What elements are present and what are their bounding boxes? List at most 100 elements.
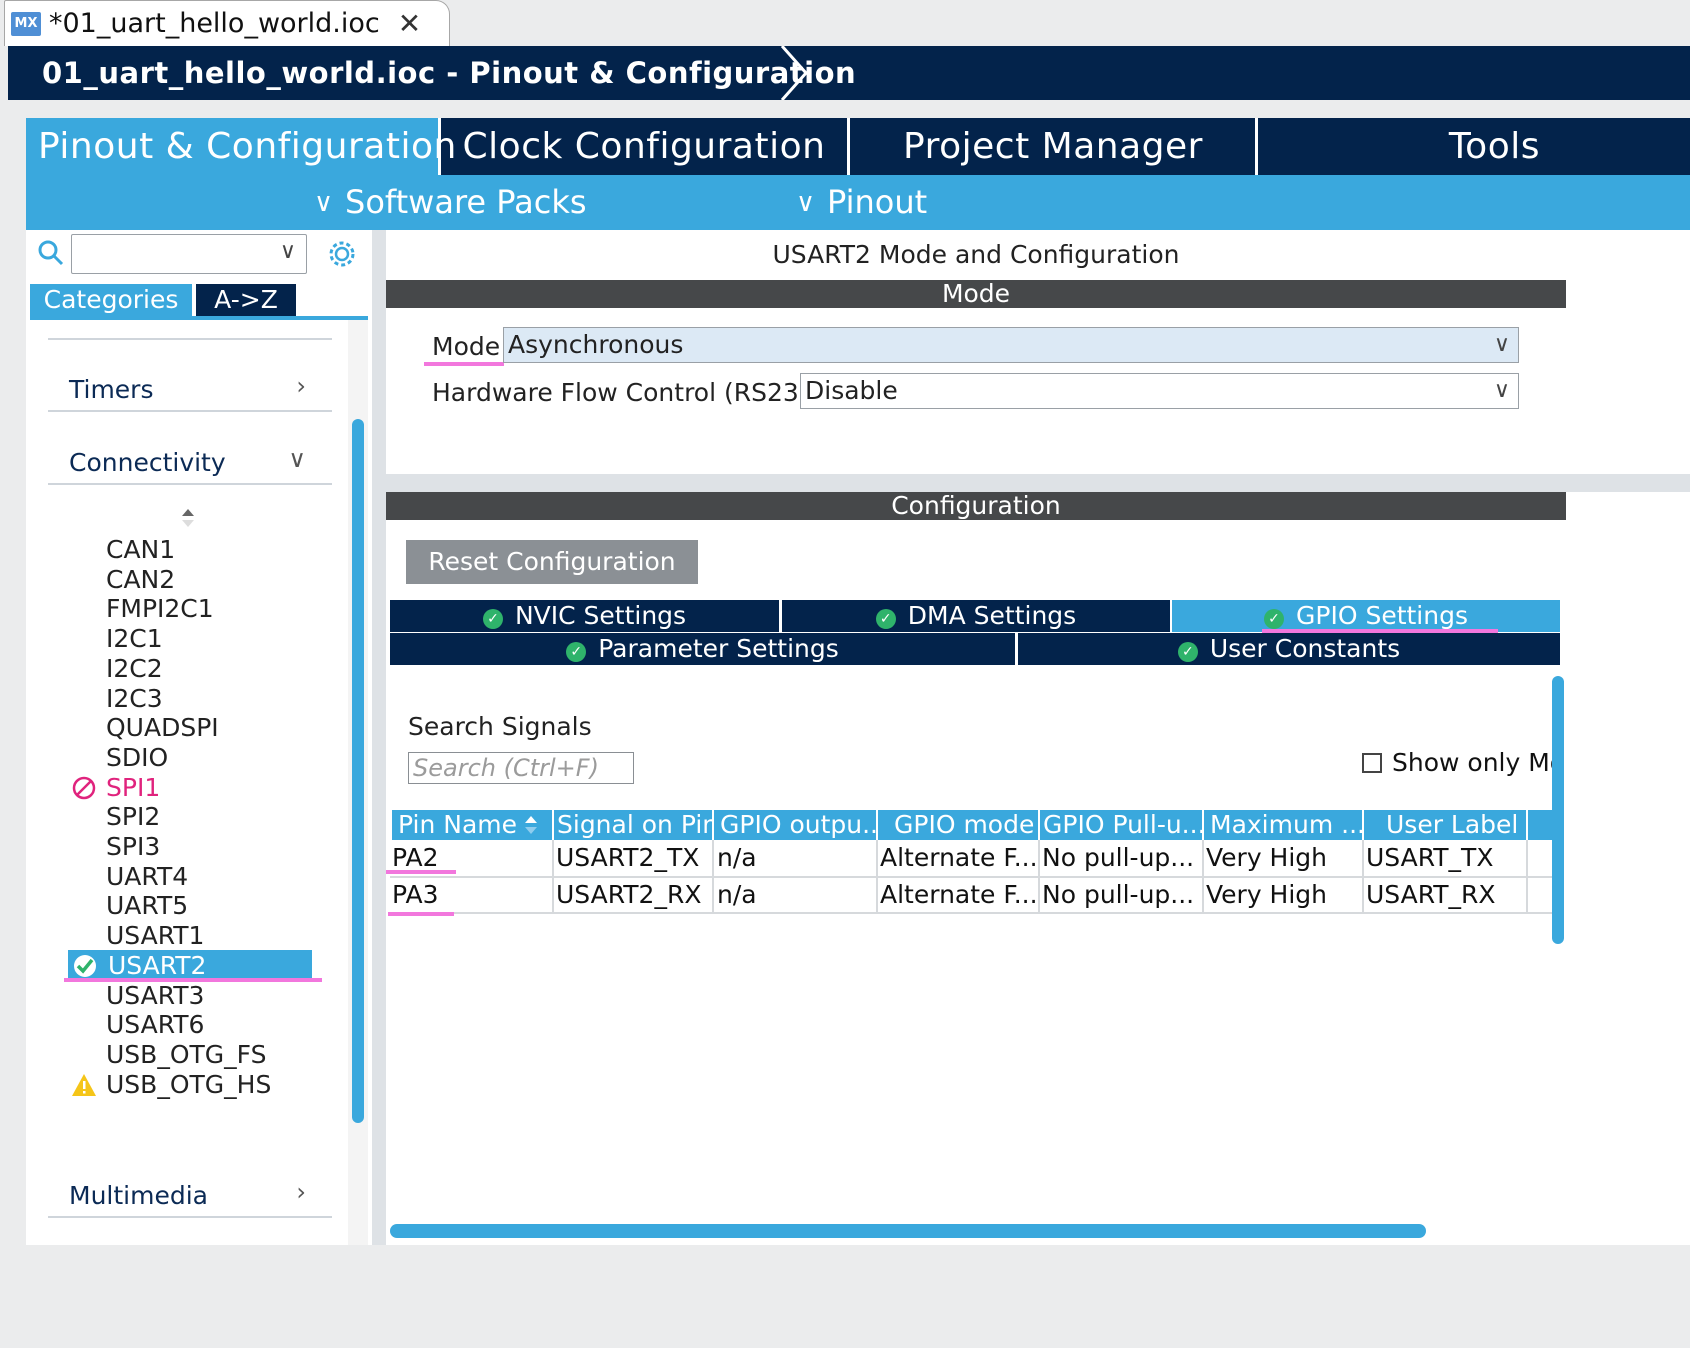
peripheral-item[interactable]: FMPI2C1 — [106, 594, 214, 624]
chevron-down-icon: ∨ — [288, 445, 306, 473]
tab-pinout-configuration[interactable]: Pinout & Configuration — [26, 118, 456, 175]
tab-gpio-settings[interactable]: ✓ GPIO Settings — [1172, 600, 1560, 632]
peripheral-item[interactable]: QUADSPI — [106, 713, 219, 743]
col-header-gpio-output[interactable]: GPIO outpu... — [714, 810, 876, 840]
tab-tools[interactable]: Tools — [1258, 118, 1690, 175]
search-signals-label: Search Signals — [408, 712, 592, 741]
peripheral-item[interactable]: UART5 — [106, 891, 188, 921]
left-scrollbar[interactable] — [352, 419, 364, 1123]
category-timers-label: Timers — [69, 375, 154, 404]
flow-control-select[interactable]: Disable ∨ — [800, 373, 1519, 409]
tab-user-constants[interactable]: ✓ User Constants — [1018, 633, 1560, 665]
table-cell[interactable]: n/a — [715, 877, 875, 913]
col-header-pin-name[interactable]: Pin Name — [392, 810, 552, 840]
editor-tab[interactable]: MX *01_uart_hello_world.ioc ✕ — [4, 0, 450, 46]
peripheral-item[interactable]: I2C2 — [106, 654, 163, 684]
tab-gpio-label: GPIO Settings — [1296, 601, 1468, 630]
table-cell[interactable]: n/a — [715, 840, 875, 876]
peripheral-item[interactable]: SPI2 — [106, 802, 160, 832]
col-header-signal[interactable]: Signal on Pin — [554, 810, 712, 840]
peripheral-item[interactable]: SPI3 — [106, 832, 160, 862]
search-signals-input[interactable]: Search (Ctrl+F) — [408, 752, 634, 784]
table-cell[interactable]: Very High — [1204, 877, 1360, 913]
annotation-underline — [388, 912, 454, 916]
blocked-icon — [72, 776, 96, 799]
peripheral-item[interactable]: UART4 — [106, 862, 188, 892]
table-cell[interactable]: Very High — [1204, 840, 1360, 876]
main-tab-bar: Pinout & Configuration Clock Configurati… — [26, 118, 1690, 175]
software-packs-menu[interactable]: ∨ Software Packs — [314, 175, 587, 230]
section-divider[interactable] — [386, 474, 1690, 492]
check-circle-icon: ✓ — [875, 609, 896, 629]
chevron-down-icon: ∨ — [796, 188, 816, 218]
category-multimedia-label: Multimedia — [69, 1181, 208, 1210]
peripheral-item[interactable]: USART2 — [108, 951, 206, 981]
peripheral-item[interactable]: USART6 — [106, 1010, 204, 1040]
mode-label: Mode — [432, 332, 501, 361]
software-packs-label: Software Packs — [345, 183, 587, 221]
category-timers[interactable]: Timers › — [48, 340, 332, 412]
annotation-underline — [386, 870, 456, 874]
panel-divider[interactable] — [372, 230, 386, 1245]
peripheral-item[interactable]: USB_OTG_HS — [106, 1070, 271, 1100]
row-divider — [390, 912, 1552, 914]
col-header-user-label[interactable]: User Label — [1364, 810, 1526, 840]
show-only-modified-checkbox[interactable]: Show only Mo — [1362, 748, 1565, 777]
col-divider — [876, 840, 878, 914]
table-cell[interactable]: No pull-up... — [1040, 877, 1200, 913]
chevron-down-icon: ∨ — [279, 239, 296, 264]
col-header-gpio-pull[interactable]: GPIO Pull-u... — [1040, 810, 1202, 840]
chevron-down-icon: ∨ — [314, 188, 334, 218]
editor-tab-label: *01_uart_hello_world.ioc — [49, 8, 380, 39]
table-cell[interactable]: USART2_RX — [554, 877, 710, 913]
tab-clock-configuration[interactable]: Clock Configuration — [441, 118, 847, 175]
col-divider — [712, 840, 714, 914]
category-multimedia[interactable]: Multimedia › — [48, 1146, 332, 1218]
tab-nvic-settings[interactable]: ✓ NVIC Settings — [390, 600, 779, 632]
category-search-combo[interactable]: ∨ — [71, 234, 307, 274]
category-connectivity[interactable]: Connectivity ∨ — [48, 413, 332, 485]
peripheral-item[interactable]: SDIO — [106, 743, 168, 773]
gear-icon[interactable] — [326, 238, 358, 270]
peripheral-item[interactable]: USART3 — [106, 981, 204, 1011]
sort-arrows-icon — [525, 816, 537, 834]
table-cell[interactable]: PA3 — [390, 877, 550, 913]
table-cell[interactable]: USART_RX — [1364, 877, 1524, 913]
col-header-gpio-mode[interactable]: GPIO mode — [878, 810, 1038, 840]
col-divider — [1202, 840, 1204, 914]
tab-project-manager[interactable]: Project Manager — [850, 118, 1256, 175]
search-icon — [38, 240, 64, 266]
category-row-hidden — [48, 270, 332, 340]
breadcrumb-arrow-icon — [780, 46, 809, 100]
col-divider — [1526, 840, 1528, 914]
check-circle-icon — [74, 954, 96, 977]
tab-parameter-settings[interactable]: ✓ Parameter Settings — [390, 633, 1015, 665]
mode-section-header: Mode — [386, 280, 1566, 308]
mode-select[interactable]: Asynchronous ∨ — [503, 327, 1519, 363]
peripheral-item[interactable]: USART1 — [106, 921, 204, 951]
reset-configuration-button[interactable]: Reset Configuration — [406, 540, 698, 584]
col-header-filler — [1528, 810, 1552, 840]
peripheral-item[interactable]: CAN2 — [106, 565, 175, 595]
pinout-label: Pinout — [827, 183, 928, 221]
table-vertical-scrollbar[interactable] — [1552, 676, 1564, 944]
row-divider — [390, 876, 1552, 878]
table-cell[interactable]: No pull-up... — [1040, 840, 1200, 876]
tab-dma-settings[interactable]: ✓ DMA Settings — [782, 600, 1170, 632]
table-cell[interactable]: USART_TX — [1364, 840, 1524, 876]
tab-dma-label: DMA Settings — [907, 601, 1077, 630]
annotation-underline — [64, 978, 322, 982]
table-cell[interactable]: USART2_TX — [554, 840, 710, 876]
peripheral-item[interactable]: I2C1 — [106, 624, 163, 654]
peripheral-item[interactable]: SPI1 — [106, 773, 160, 803]
col-header-maximum[interactable]: Maximum ... — [1204, 810, 1362, 840]
peripheral-item[interactable]: CAN1 — [106, 535, 175, 565]
table-horizontal-scrollbar[interactable] — [390, 1224, 1426, 1238]
table-cell[interactable]: Alternate F... — [878, 877, 1036, 913]
peripheral-item[interactable]: USB_OTG_FS — [106, 1040, 266, 1070]
close-icon[interactable]: ✕ — [398, 9, 421, 38]
pinout-menu[interactable]: ∨ Pinout — [796, 175, 927, 230]
check-circle-icon: ✓ — [1264, 609, 1284, 629]
table-cell[interactable]: Alternate F... — [878, 840, 1036, 876]
peripheral-item[interactable]: I2C3 — [106, 684, 163, 714]
